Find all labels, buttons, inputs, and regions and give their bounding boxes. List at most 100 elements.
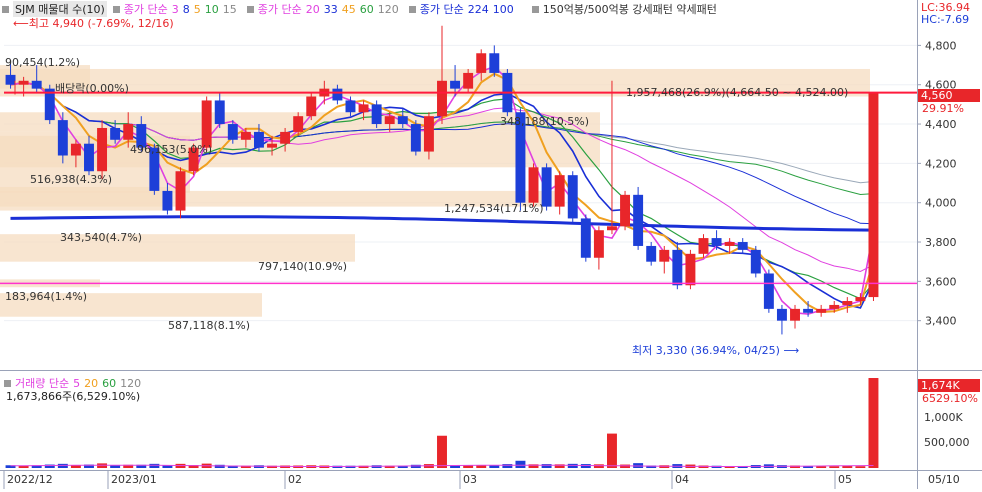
- candle-body: [829, 304, 840, 309]
- candle-body: [123, 124, 134, 140]
- candle-body: [659, 249, 670, 262]
- volume-bar: [515, 460, 526, 468]
- y-tick-label: 3,600: [925, 275, 957, 288]
- candle-body: [476, 53, 487, 73]
- volume-profile-label: 90,454(1.2%): [5, 56, 80, 69]
- candle-body: [97, 127, 108, 172]
- x-tick-label: 02: [288, 473, 302, 486]
- candle-body: [57, 120, 68, 156]
- candle-body: [227, 124, 238, 140]
- current-volume-text: 1,674K: [921, 379, 960, 392]
- volume-profile-label: 348,188(10.5%): [500, 115, 589, 128]
- candle-body: [70, 143, 81, 156]
- high-annotation: ⟵최고 4,940 (-7.69%, 12/16): [13, 15, 174, 31]
- candle-body: [672, 249, 683, 286]
- volume-bar: [110, 465, 121, 468]
- candle-body: [293, 116, 304, 132]
- volume-profile-label: 797,140(10.9%): [258, 260, 347, 273]
- candle-body: [84, 143, 94, 172]
- ma-price-label-3[interactable]: 종가 단순: [420, 1, 464, 17]
- candle-body: [280, 131, 291, 144]
- candle-body: [763, 273, 774, 309]
- candle-body: [633, 194, 644, 246]
- legend-box-icon: [112, 5, 120, 13]
- y-tick-label: 3,400: [925, 315, 957, 328]
- candle-body: [620, 194, 631, 227]
- candle-body: [175, 171, 186, 211]
- volume-bar: [855, 466, 866, 468]
- candle-body: [855, 297, 866, 302]
- volume-bar: [580, 464, 591, 468]
- pattern-label[interactable]: 150억봉/500억봉 강세패턴 약세패턴: [543, 1, 717, 17]
- current-volume-badge: 1,674K: [918, 379, 980, 392]
- ma-period-120: 120: [377, 2, 399, 16]
- candle-body: [868, 92, 879, 298]
- candle-body: [489, 53, 500, 73]
- candle-body: [345, 100, 356, 113]
- volume-profile-label: 1,957,468(26.9%)(4,664.50 ~ 4,524.00): [626, 86, 848, 99]
- x-tick-label: 03: [463, 473, 477, 486]
- candle-body: [306, 96, 317, 117]
- candle-body: [541, 167, 552, 207]
- candle-body: [253, 131, 264, 148]
- y-tick-label: 4,800: [925, 39, 957, 52]
- legend-box-icon: [531, 5, 539, 13]
- candle-body: [384, 116, 395, 125]
- y-tick-label: 4,400: [925, 118, 957, 131]
- volume-bar: [593, 464, 604, 468]
- ma-period-20: 20: [305, 2, 320, 16]
- candle-body: [724, 242, 735, 246]
- candle-body: [607, 226, 617, 231]
- candle-body: [110, 127, 121, 140]
- volume-bar: [607, 433, 617, 468]
- ma-period-5: 5: [193, 2, 201, 16]
- legend-box-icon: [4, 379, 11, 387]
- candle-body: [698, 238, 709, 254]
- volume-profile-label: 587,118(8.1%): [168, 319, 250, 332]
- candle-body: [437, 80, 447, 117]
- ma-period-100: 100: [492, 2, 514, 16]
- candle-body: [397, 116, 408, 125]
- left-arrow-icon: ⟵: [13, 17, 29, 30]
- candle-body: [423, 116, 434, 152]
- candle-body: [816, 308, 827, 313]
- candle-body: [593, 230, 604, 258]
- candle-body: [450, 80, 461, 89]
- volume-profile-label: 343,540(4.7%): [60, 231, 142, 244]
- ma-price-label-2[interactable]: 종가 단순: [258, 1, 302, 17]
- candle-body: [267, 143, 277, 148]
- current-pct: 29.91%: [922, 102, 964, 115]
- legend-box-icon: [246, 5, 254, 13]
- y-tick-label: 4,000: [925, 197, 957, 210]
- ma-period-60: 60: [359, 2, 374, 16]
- candle-body: [737, 242, 748, 250]
- candle-body: [31, 80, 42, 89]
- candle-body: [711, 238, 722, 246]
- candle-body: [567, 175, 578, 219]
- volume-profile-label: 183,964(1.4%): [5, 290, 87, 303]
- candle-body: [162, 190, 173, 211]
- ma-period-224: 224: [467, 2, 489, 16]
- volume-profile-label: 516,938(4.3%): [30, 173, 112, 186]
- candle-body: [18, 80, 29, 85]
- candle-body: [790, 308, 800, 321]
- ma-period-15: 15: [222, 2, 237, 16]
- hc-readout: HC:-7.69: [921, 13, 970, 26]
- volume-bar: [437, 435, 447, 468]
- candle-body: [803, 308, 814, 313]
- current-volume-pct: 6529.10%: [922, 392, 978, 405]
- candle-body: [410, 124, 421, 152]
- x-tick-label: 05: [838, 473, 852, 486]
- volume-profile-label: 1,247,534(17.1%): [444, 202, 544, 215]
- candle-body: [240, 131, 251, 140]
- legend-box-icon: [408, 5, 416, 13]
- candle-body: [332, 88, 343, 101]
- candle-body: [528, 167, 539, 203]
- high-annotation-text: 최고 4,940 (-7.69%, 12/16): [28, 17, 174, 30]
- candle-body: [580, 218, 591, 258]
- volume-bar: [149, 463, 160, 468]
- candle-body: [646, 245, 657, 262]
- current-price-badge: 4,560: [918, 89, 980, 102]
- volume-axis-1000k: 1,000K: [924, 411, 963, 424]
- volume-bar: [842, 465, 853, 468]
